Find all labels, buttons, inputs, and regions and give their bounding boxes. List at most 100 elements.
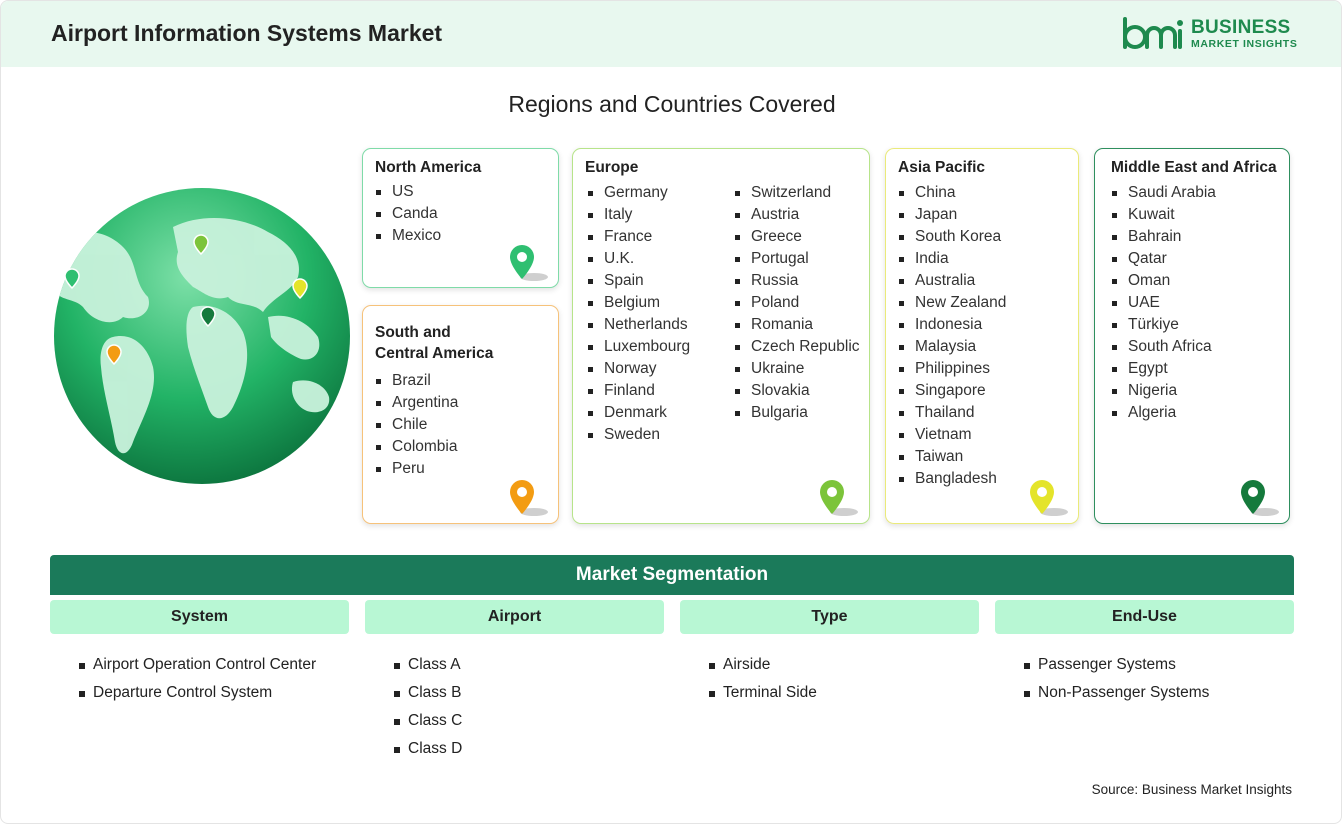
list-item: Vietnam bbox=[898, 424, 1006, 446]
country-list-col2: Switzerland Austria Greece Portugal Russ… bbox=[734, 182, 860, 424]
brand-logo: BUSINESS MARKET INSIGHTS bbox=[1121, 17, 1301, 53]
country-list: Saudi Arabia Kuwait Bahrain Qatar Oman U… bbox=[1111, 182, 1216, 424]
country-list-col1: Germany Italy France U.K. Spain Belgium … bbox=[587, 182, 690, 446]
list-item: Colombia bbox=[375, 436, 458, 458]
segment-header-system: System bbox=[50, 600, 349, 634]
list-item: Airside bbox=[709, 651, 817, 679]
list-item: UAE bbox=[1111, 292, 1216, 314]
list-item: Portugal bbox=[734, 248, 860, 270]
regions-title: Regions and Countries Covered bbox=[508, 91, 836, 117]
segment-list-type: Airside Terminal Side bbox=[709, 651, 817, 707]
region-title: Middle East and Africa bbox=[1111, 159, 1277, 176]
list-item: Italy bbox=[587, 204, 690, 226]
list-item: Nigeria bbox=[1111, 380, 1216, 402]
list-item: Malaysia bbox=[898, 336, 1006, 358]
region-title: South and Central America bbox=[375, 324, 494, 362]
segment-list-system: Airport Operation Control Center Departu… bbox=[79, 651, 316, 707]
region-title: Asia Pacific bbox=[898, 159, 986, 176]
map-pin-icon bbox=[1030, 480, 1068, 516]
list-item: Poland bbox=[734, 292, 860, 314]
list-item: Netherlands bbox=[587, 314, 690, 336]
list-item: Terminal Side bbox=[709, 679, 817, 707]
list-item: Romania bbox=[734, 314, 860, 336]
list-item: Passenger Systems bbox=[1024, 651, 1209, 679]
list-item: Class D bbox=[394, 735, 462, 763]
list-item: Germany bbox=[587, 182, 690, 204]
list-item: Russia bbox=[734, 270, 860, 292]
region-card-south-central-america: South and Central America Brazil Argentin… bbox=[362, 305, 559, 524]
list-item: Denmark bbox=[587, 402, 690, 424]
segment-header-airport: Airport bbox=[365, 600, 664, 634]
list-item: Belgium bbox=[587, 292, 690, 314]
list-item: Departure Control System bbox=[79, 679, 316, 707]
segmentation-title-bar: Market Segmentation bbox=[50, 555, 1294, 595]
list-item: Algeria bbox=[1111, 402, 1216, 424]
list-item: Airport Operation Control Center bbox=[79, 651, 316, 679]
map-pin-icon bbox=[510, 245, 548, 281]
list-item: U.K. bbox=[587, 248, 690, 270]
list-item: New Zealand bbox=[898, 292, 1006, 314]
list-item: Chile bbox=[375, 414, 458, 436]
segment-header-type: Type bbox=[680, 600, 979, 634]
list-item: India bbox=[898, 248, 1006, 270]
list-item: Oman bbox=[1111, 270, 1216, 292]
list-item: Slovakia bbox=[734, 380, 860, 402]
map-pin-icon bbox=[510, 480, 548, 516]
list-item: South Korea bbox=[898, 226, 1006, 248]
globe-icon bbox=[54, 188, 350, 484]
list-item: Brazil bbox=[375, 370, 458, 392]
header-bar: Airport Information Systems Market BUSIN… bbox=[1, 1, 1341, 67]
list-item: Mexico bbox=[375, 225, 441, 247]
list-item: Sweden bbox=[587, 424, 690, 446]
list-item: Egypt bbox=[1111, 358, 1216, 380]
list-item: Finland bbox=[587, 380, 690, 402]
list-item: China bbox=[898, 182, 1006, 204]
region-card-north-america: North America US Canda Mexico bbox=[362, 148, 559, 288]
region-card-europe: Europe Germany Italy France U.K. Spain B… bbox=[572, 148, 870, 524]
list-item: Greece bbox=[734, 226, 860, 248]
list-item: Peru bbox=[375, 458, 458, 480]
logo-text-market-insights: MARKET INSIGHTS bbox=[1191, 38, 1298, 50]
list-item: Class A bbox=[394, 651, 462, 679]
list-item: Saudi Arabia bbox=[1111, 182, 1216, 204]
list-item: Türkiye bbox=[1111, 314, 1216, 336]
list-item: Ukraine bbox=[734, 358, 860, 380]
list-item: Singapore bbox=[898, 380, 1006, 402]
logo-text-business: BUSINESS bbox=[1191, 17, 1291, 38]
list-item: Norway bbox=[587, 358, 690, 380]
list-item: US bbox=[375, 181, 441, 203]
region-title: North America bbox=[375, 159, 482, 176]
country-list: US Canda Mexico bbox=[375, 181, 441, 247]
list-item: Kuwait bbox=[1111, 204, 1216, 226]
list-item: Canda bbox=[375, 203, 441, 225]
list-item: Class C bbox=[394, 707, 462, 735]
infographic-frame: Airport Information Systems Market BUSIN… bbox=[0, 0, 1342, 824]
list-item: Czech Republic bbox=[734, 336, 860, 358]
list-item: Non-Passenger Systems bbox=[1024, 679, 1209, 707]
country-list: China Japan South Korea India Australia … bbox=[898, 182, 1006, 490]
region-title: Europe bbox=[585, 159, 639, 176]
segment-list-end-use: Passenger Systems Non-Passenger Systems bbox=[1024, 651, 1209, 707]
region-card-asia-pacific: Asia Pacific China Japan South Korea Ind… bbox=[885, 148, 1079, 524]
list-item: Austria bbox=[734, 204, 860, 226]
list-item: Thailand bbox=[898, 402, 1006, 424]
list-item: Philippines bbox=[898, 358, 1006, 380]
list-item: Switzerland bbox=[734, 182, 860, 204]
list-item: Australia bbox=[898, 270, 1006, 292]
country-list: Brazil Argentina Chile Colombia Peru bbox=[375, 370, 458, 480]
list-item: Bahrain bbox=[1111, 226, 1216, 248]
list-item: Luxembourg bbox=[587, 336, 690, 358]
list-item: Spain bbox=[587, 270, 690, 292]
bmi-logo-icon bbox=[1123, 17, 1183, 49]
map-pin-icon bbox=[1241, 480, 1279, 516]
list-item: Argentina bbox=[375, 392, 458, 414]
segment-header-end-use: End-Use bbox=[995, 600, 1294, 634]
region-card-middle-east-africa: Middle East and Africa Saudi Arabia Kuwa… bbox=[1094, 148, 1290, 524]
list-item: Qatar bbox=[1111, 248, 1216, 270]
list-item: Japan bbox=[898, 204, 1006, 226]
list-item: Class B bbox=[394, 679, 462, 707]
list-item: France bbox=[587, 226, 690, 248]
list-item: Indonesia bbox=[898, 314, 1006, 336]
segment-list-airport: Class A Class B Class C Class D bbox=[394, 651, 462, 763]
list-item: Bangladesh bbox=[898, 468, 1006, 490]
